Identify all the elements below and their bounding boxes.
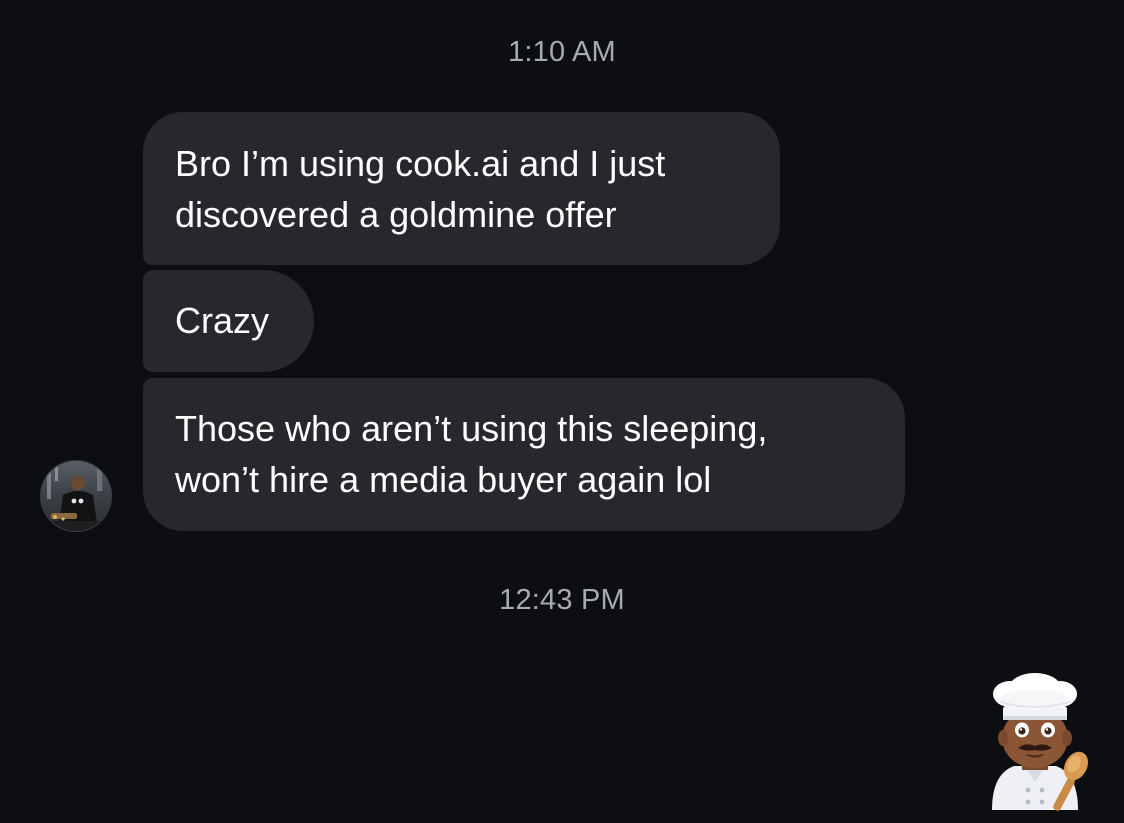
message-text-line: won’t hire a media buyer again lol bbox=[175, 459, 712, 500]
message-text-line: Crazy bbox=[175, 300, 270, 341]
chef-emoji-icon bbox=[992, 673, 1088, 811]
message-text-line: discovered a goldmine offer bbox=[175, 194, 617, 235]
timestamp-header: 1:10 AM bbox=[508, 36, 616, 68]
user-photo-avatar-icon bbox=[41, 461, 111, 531]
message-bubble[interactable]: Bro I’m using cook.ai and I just discove… bbox=[143, 112, 780, 265]
cook-emoji-icon[interactable] bbox=[970, 672, 1100, 812]
message-text-line: Those who aren’t using this sleeping, bbox=[175, 408, 768, 449]
message-bubble[interactable]: Crazy bbox=[143, 270, 314, 372]
message-bubble[interactable]: Those who aren’t using this sleeping, wo… bbox=[143, 378, 905, 531]
sender-avatar[interactable] bbox=[40, 460, 112, 532]
timestamp-header: 12:43 PM bbox=[499, 584, 625, 616]
message-text-line: Bro I’m using cook.ai and I just bbox=[175, 143, 666, 184]
